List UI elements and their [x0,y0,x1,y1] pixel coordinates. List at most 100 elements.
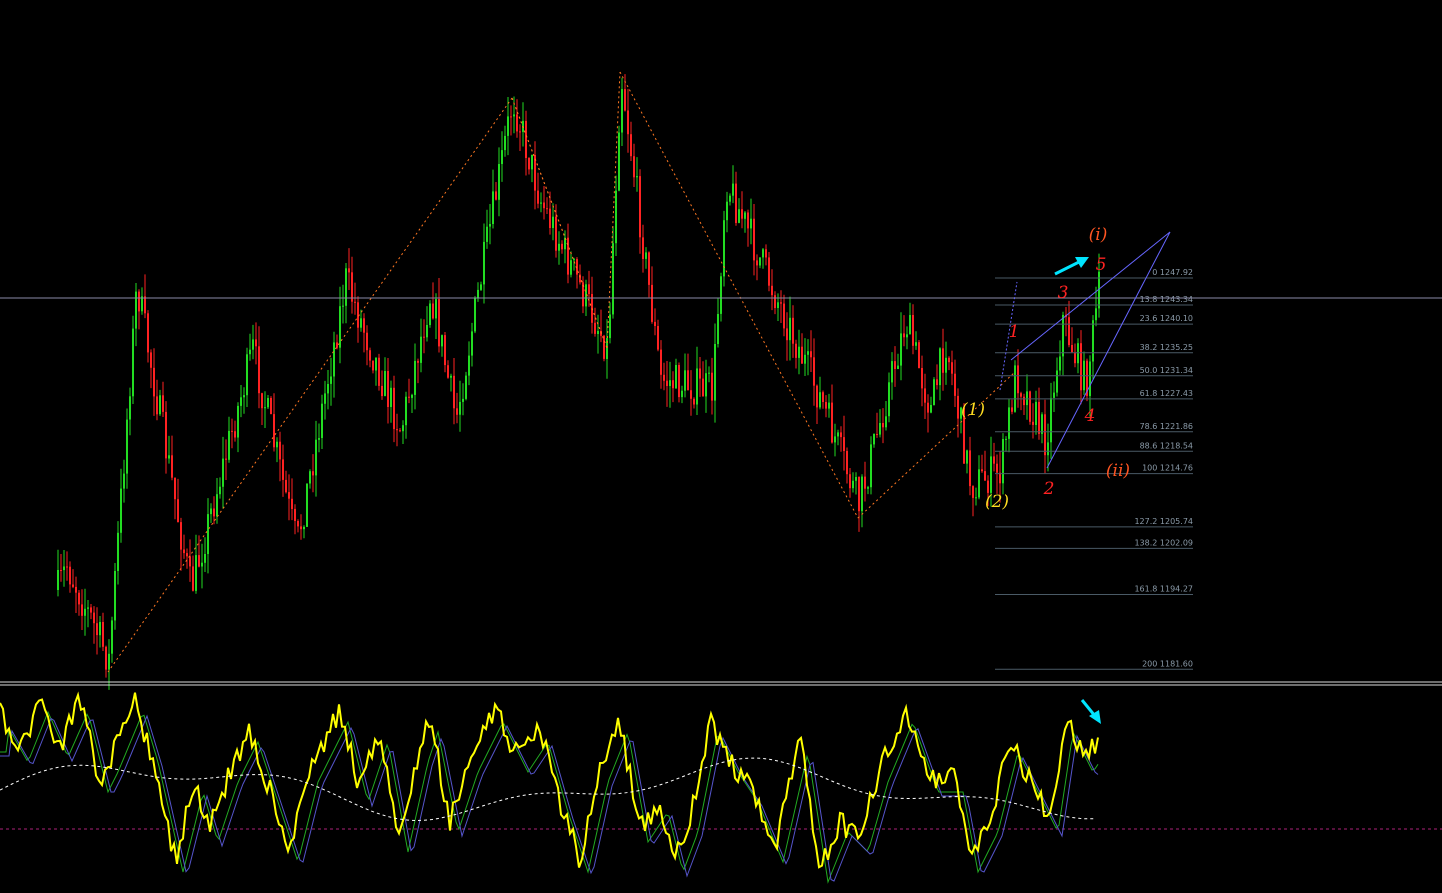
candle-body [351,272,353,302]
candle-body [669,380,671,386]
candle-body [420,336,422,363]
candle-body [1017,365,1019,394]
candle-body [897,365,899,369]
candle-body [456,408,458,415]
candle-body [714,344,716,401]
candle-body [261,393,263,409]
candle-body [447,365,449,378]
candle-body [333,342,335,377]
candle-body [354,301,356,303]
candle-body [732,183,734,196]
candle-body [768,257,770,286]
candle-body [1035,401,1037,425]
candle-body [771,285,773,296]
candle-body [984,471,986,481]
candle-body [162,395,164,412]
candle-body [924,388,926,403]
fib-level-label: 61.8 1227.43 [1140,389,1193,398]
candle-body [264,407,266,409]
candle-body [471,331,473,356]
candle-body [1089,361,1091,396]
candle-body [66,566,68,568]
candle-body [915,342,917,346]
candle-body [753,218,755,261]
candle-body [453,375,455,409]
candle-body [651,284,653,322]
candle-body [678,365,680,398]
candle-body [969,450,971,487]
fib-level-label: 0 1247.92 [1152,268,1193,277]
candle-body [180,522,182,550]
candle-body [78,592,80,605]
candle-body [780,302,782,304]
candle-body [315,439,317,476]
candle-body [903,333,905,338]
candle-body [72,584,74,587]
candle-body [102,622,104,647]
candle-body [675,365,677,389]
candle-body [432,303,434,319]
candle-body [648,252,650,285]
candle-body [900,333,902,366]
candle-body [243,395,245,398]
candle-body [813,357,815,386]
candle-body [537,190,539,204]
candle-body [129,396,131,420]
candle-body [1014,365,1016,412]
wave-label: 1 [1009,322,1020,342]
candle-body [465,375,467,399]
candle-body [330,376,332,384]
candle-body [249,349,251,355]
candle-body [324,393,326,404]
candle-body [708,372,710,374]
candle-body [384,371,386,396]
candle-body [588,284,590,295]
candle-body [663,374,665,381]
candle-body [477,289,479,298]
candle-body [1038,401,1040,434]
candle-body [318,438,320,440]
candle-body [825,402,827,409]
candle-body [726,201,728,221]
candle-body [1071,345,1073,353]
candle-body [627,110,629,135]
candle-body [423,336,425,338]
candle-body [735,183,737,223]
candle-body [150,352,152,368]
candle-body [879,423,881,435]
candle-body [282,459,284,480]
candle-body [1092,320,1094,362]
candle-body [201,562,203,567]
candle-body [438,299,440,347]
candle-body [774,295,776,308]
fib-level-label: 50.0 1231.34 [1140,366,1193,375]
candle-body [810,351,812,358]
candle-body [57,570,59,590]
candle-body [207,514,209,554]
candle-body [450,375,452,378]
candle-body [717,314,719,344]
candle-body [369,350,371,361]
candle-body [624,89,626,111]
candle-body [711,372,713,401]
candle-body [363,318,365,333]
candle-body [111,620,113,654]
candle-body [81,604,83,616]
candle-body [165,411,167,459]
candle-body [852,480,854,489]
candle-body [828,402,830,409]
fib-level-label: 23.6 1240.10 [1140,314,1193,323]
fib-level-label: 78.6 1221.86 [1140,422,1193,431]
wave-label: (i) [1089,225,1108,245]
candle-body [480,284,482,290]
candle-body [981,469,983,472]
candle-body [702,378,704,397]
candle-body [519,131,521,133]
candle-body [192,566,194,591]
candle-body [372,360,374,371]
candle-body [993,456,995,464]
candle-body [666,380,668,386]
candle-body [210,508,212,515]
candle-body [525,120,527,158]
candle-body [426,325,428,338]
